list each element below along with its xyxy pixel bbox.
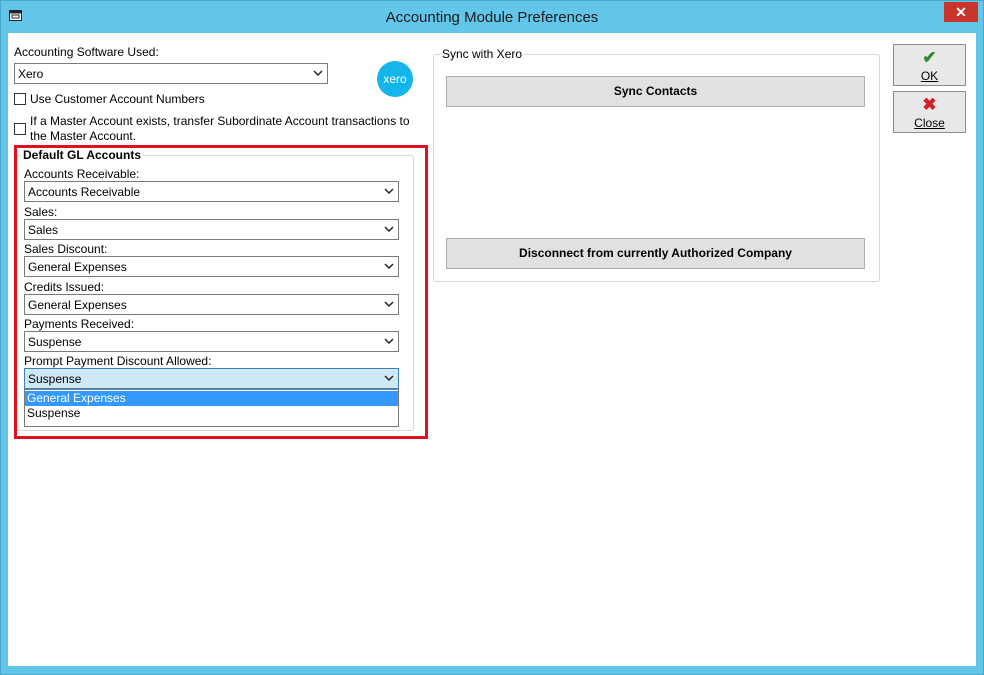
highlight-annotation-box: [14, 145, 428, 439]
close-icon: ✖: [922, 95, 937, 114]
dialog-window: Accounting Module Preferences ✕ Accounti…: [0, 0, 984, 675]
chevron-down-icon: [313, 70, 323, 77]
accounting-software-label: Accounting Software Used:: [14, 45, 159, 59]
sync-with-xero-title: Sync with Xero: [440, 47, 525, 61]
xero-logo: xero: [377, 61, 413, 97]
ok-button-label: OK: [920, 69, 939, 83]
checkmark-icon: ✔: [922, 48, 937, 67]
transfer-master-account-label-line2: the Master Account.: [30, 129, 137, 143]
ok-button[interactable]: ✔ OK: [893, 44, 966, 86]
use-customer-numbers-label: Use Customer Account Numbers: [30, 92, 205, 106]
close-button[interactable]: ✖ Close: [893, 91, 966, 133]
title-bar[interactable]: Accounting Module Preferences ✕: [1, 1, 983, 33]
accounting-software-select[interactable]: Xero: [14, 63, 328, 84]
window-close-button[interactable]: ✕: [944, 2, 978, 22]
use-customer-numbers-checkbox[interactable]: [14, 93, 26, 105]
sync-contacts-button[interactable]: Sync Contacts: [446, 76, 865, 107]
close-button-label: Close: [914, 116, 945, 130]
accounting-software-value: Xero: [18, 67, 44, 81]
transfer-master-account-label-line1: If a Master Account exists, transfer Sub…: [30, 114, 410, 128]
disconnect-company-button[interactable]: Disconnect from currently Authorized Com…: [446, 238, 865, 269]
window-title: Accounting Module Preferences: [385, 9, 599, 26]
dialog-client-area: Accounting Software Used: Xero xero Use …: [8, 33, 976, 666]
transfer-master-account-checkbox[interactable]: [14, 123, 26, 135]
